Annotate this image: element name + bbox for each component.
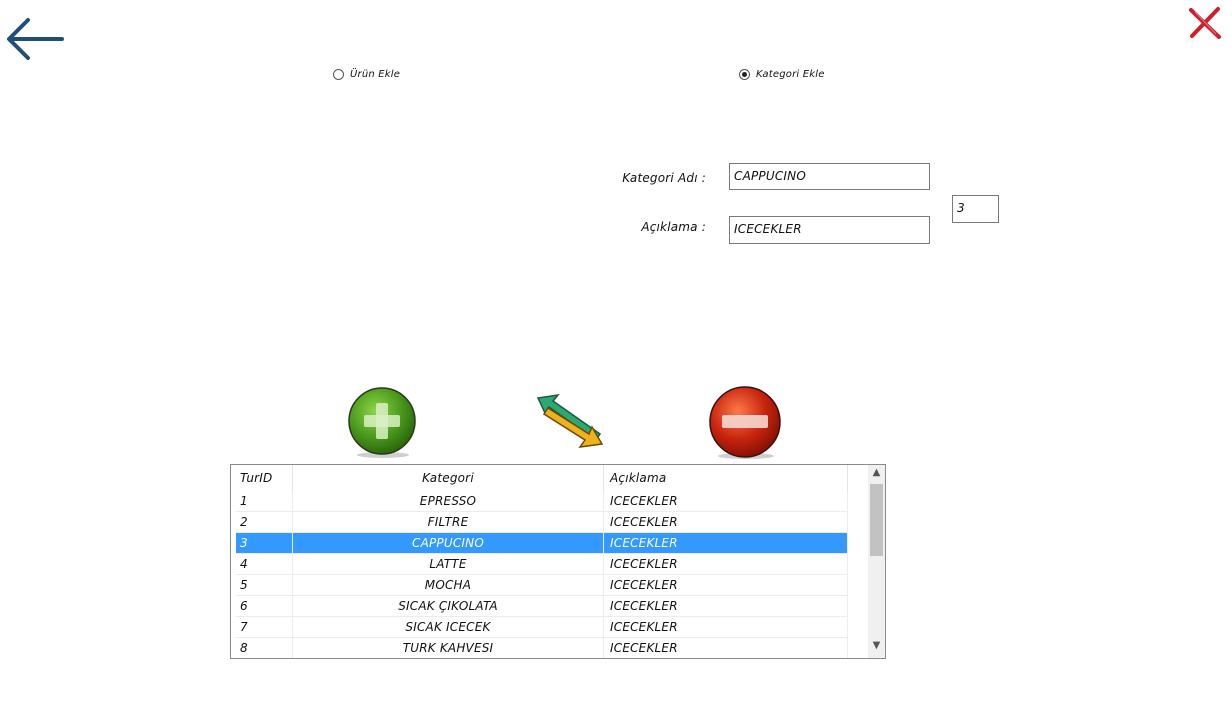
- table-row[interactable]: 6 SICAK ÇIKOLATA ICECEKLER: [236, 595, 848, 617]
- cell-aciklama: ICECEKLER: [603, 491, 848, 512]
- cell-aciklama: ICECEKLER: [603, 553, 848, 575]
- table-row[interactable]: 1 EPRESSO ICECEKLER: [236, 491, 848, 512]
- close-x-icon: [1189, 7, 1221, 39]
- cell-kategori: LATTE: [292, 553, 604, 575]
- red-minus-icon: [709, 386, 781, 459]
- aciklama-label: Açıklama :: [641, 220, 706, 234]
- column-header-turid[interactable]: TurID: [236, 465, 293, 491]
- cell-turid: 3: [236, 532, 293, 554]
- aciklama-input[interactable]: ICECEKLER: [729, 216, 930, 244]
- cell-turid: 2: [236, 511, 293, 533]
- table-row[interactable]: 2 FILTRE ICECEKLER: [236, 511, 848, 533]
- table-row[interactable]: 5 MOCHA ICECEKLER: [236, 574, 848, 596]
- scrollbar-thumb[interactable]: [870, 484, 883, 556]
- category-grid[interactable]: TurID Kategori Açıklama 1 EPRESSO ICECEK…: [230, 464, 886, 659]
- cell-kategori: MOCHA: [292, 574, 604, 596]
- cell-turid: 6: [236, 595, 293, 617]
- column-header-aciklama[interactable]: Açıklama: [603, 465, 848, 491]
- close-button[interactable]: [1186, 6, 1224, 40]
- urun-ekle-radio[interactable]: Ürün Ekle: [333, 69, 400, 80]
- cell-aciklama: ICECEKLER: [603, 595, 848, 617]
- back-button[interactable]: [2, 10, 66, 68]
- cell-kategori: EPRESSO: [292, 491, 604, 512]
- table-row[interactable]: 4 LATTE ICECEKLER: [236, 553, 848, 575]
- cell-turid: 8: [236, 637, 293, 658]
- scroll-down-icon[interactable]: ▼: [868, 640, 885, 656]
- scroll-up-icon[interactable]: ▲: [868, 467, 885, 483]
- kategori-ekle-label: Kategori Ekle: [756, 69, 825, 80]
- cell-turid: 4: [236, 553, 293, 575]
- column-header-kategori[interactable]: Kategori: [292, 465, 604, 491]
- cell-turid: 5: [236, 574, 293, 596]
- cell-aciklama: ICECEKLER: [603, 637, 848, 658]
- update-button[interactable]: [528, 390, 608, 450]
- cell-turid: 7: [236, 616, 293, 638]
- cell-kategori: SICAK ÇIKOLATA: [292, 595, 604, 617]
- table-header-row: TurID Kategori Açıklama: [236, 465, 848, 491]
- swap-arrows-icon: [536, 393, 604, 448]
- cell-kategori: FILTRE: [292, 511, 604, 533]
- kategori-ekle-radio[interactable]: Kategori Ekle: [739, 69, 825, 80]
- radio-circle-selected: [739, 69, 750, 80]
- green-plus-icon: [348, 387, 416, 458]
- kategori-adi-input[interactable]: CAPPUCINO: [729, 163, 930, 190]
- add-button[interactable]: [343, 385, 421, 459]
- urun-ekle-label: Ürün Ekle: [350, 69, 401, 80]
- delete-button[interactable]: [704, 386, 786, 460]
- tur-id-input[interactable]: 3: [952, 195, 999, 223]
- cell-kategori: SICAK ICECEK: [292, 616, 604, 638]
- vertical-scrollbar[interactable]: ▲ ▼: [868, 465, 885, 658]
- table-row[interactable]: 7 SICAK ICECEK ICECEKLER: [236, 616, 848, 638]
- table-row[interactable]: 8 TURK KAHVESI ICECEKLER: [236, 637, 848, 658]
- cell-aciklama: ICECEKLER: [603, 616, 848, 638]
- category-table: TurID Kategori Açıklama 1 EPRESSO ICECEK…: [236, 465, 848, 658]
- cell-turid: 1: [236, 491, 293, 512]
- cell-kategori: TURK KAHVESI: [292, 637, 604, 658]
- cell-aciklama: ICECEKLER: [603, 532, 848, 554]
- kategori-adi-label: Kategori Adı :: [622, 171, 706, 185]
- arrow-left-icon: [7, 18, 64, 60]
- cell-kategori: CAPPUCINO: [292, 532, 604, 554]
- cell-aciklama: ICECEKLER: [603, 511, 848, 533]
- radio-circle: [333, 69, 344, 80]
- cell-aciklama: ICECEKLER: [603, 574, 848, 596]
- table-row-selected[interactable]: 3 CAPPUCINO ICECEKLER: [236, 532, 848, 554]
